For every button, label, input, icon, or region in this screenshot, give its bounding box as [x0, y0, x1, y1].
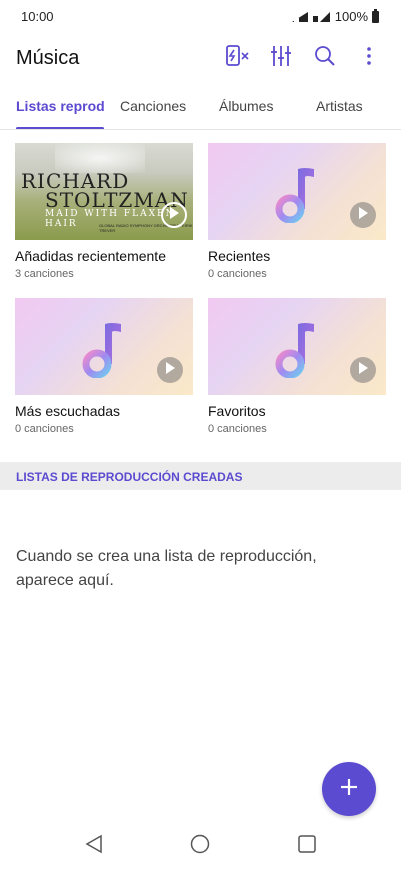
- home-icon: [190, 834, 210, 859]
- play-icon: [169, 206, 179, 224]
- app-bar: Música: [0, 34, 401, 84]
- play-icon: [165, 361, 175, 379]
- playlist-card-most-played[interactable]: Más escuchadas 0 canciones: [15, 298, 193, 435]
- tab-artists[interactable]: Artistas: [316, 98, 363, 114]
- home-button[interactable]: [188, 834, 212, 858]
- play-icon: [358, 361, 368, 379]
- more-options-button[interactable]: [347, 42, 391, 74]
- add-playlist-button[interactable]: [322, 762, 376, 816]
- more-vert-icon: [366, 46, 372, 71]
- play-button[interactable]: [161, 202, 187, 228]
- sim-off-icon: [224, 44, 250, 73]
- playlist-art: [208, 298, 386, 395]
- status-icons: 100%: [291, 8, 379, 24]
- playlist-art: [15, 298, 193, 395]
- playlist-card-favorites[interactable]: Favoritos 0 canciones: [208, 298, 386, 435]
- signal-nodata-icon: [291, 11, 309, 23]
- play-icon: [358, 206, 368, 224]
- playlist-art: [208, 143, 386, 240]
- divider: [0, 129, 401, 130]
- section-header: LISTAS DE REPRODUCCIÓN CREADAS: [0, 462, 401, 490]
- back-button[interactable]: [82, 834, 106, 858]
- status-time: 10:00: [21, 9, 54, 24]
- playlist-card-recently-added[interactable]: RICHARD STOLTZMAN MAID WITH FLAXEN HAIR …: [15, 143, 193, 280]
- app-bar-actions: [215, 42, 391, 74]
- search-button[interactable]: [303, 42, 347, 74]
- recents-icon: [298, 834, 316, 858]
- playlist-title: Añadidas recientemente: [15, 248, 166, 264]
- equalizer-icon: [270, 44, 292, 73]
- play-button[interactable]: [350, 202, 376, 228]
- sim-off-button[interactable]: [215, 42, 259, 74]
- play-button[interactable]: [157, 357, 183, 383]
- empty-state-message: Cuando se crea una lista de reproducción…: [16, 548, 317, 589]
- playlist-title: Más escuchadas: [15, 403, 121, 419]
- playlist-count: 0 canciones: [208, 268, 267, 280]
- page-title: Música: [16, 47, 80, 69]
- playlist-count: 3 canciones: [15, 268, 74, 280]
- music-note-icon: [274, 165, 318, 228]
- back-icon: [85, 834, 103, 859]
- playlist-card-recent[interactable]: Recientes 0 canciones: [208, 143, 386, 280]
- tab-bar: Listas reproducción Canciones Álbumes Ar…: [0, 88, 401, 130]
- navigation-bar: [0, 820, 401, 870]
- tab-playlists[interactable]: Listas reproducción: [16, 98, 104, 114]
- status-bar: 10:00 100%: [0, 0, 401, 32]
- recents-button[interactable]: [295, 834, 319, 858]
- search-icon: [314, 45, 336, 72]
- album-art: RICHARD STOLTZMAN MAID WITH FLAXEN HAIR …: [15, 143, 193, 240]
- playlist-title: Recientes: [208, 248, 271, 264]
- section-header-label: LISTAS DE REPRODUCCIÓN CREADAS: [16, 470, 243, 484]
- playlist-count: 0 canciones: [15, 423, 74, 435]
- add-icon: [339, 777, 359, 802]
- signal-icon: [312, 11, 331, 23]
- music-note-icon: [274, 320, 318, 383]
- music-note-icon: [81, 320, 125, 383]
- playlist-count: 0 canciones: [208, 423, 267, 435]
- playlist-title: Favoritos: [208, 403, 266, 419]
- battery-percent: 100%: [334, 9, 368, 24]
- tab-albums[interactable]: Álbumes: [219, 98, 273, 114]
- tab-songs[interactable]: Canciones: [120, 98, 186, 114]
- play-button[interactable]: [350, 357, 376, 383]
- battery-icon: [372, 8, 379, 23]
- equalizer-button[interactable]: [259, 42, 303, 74]
